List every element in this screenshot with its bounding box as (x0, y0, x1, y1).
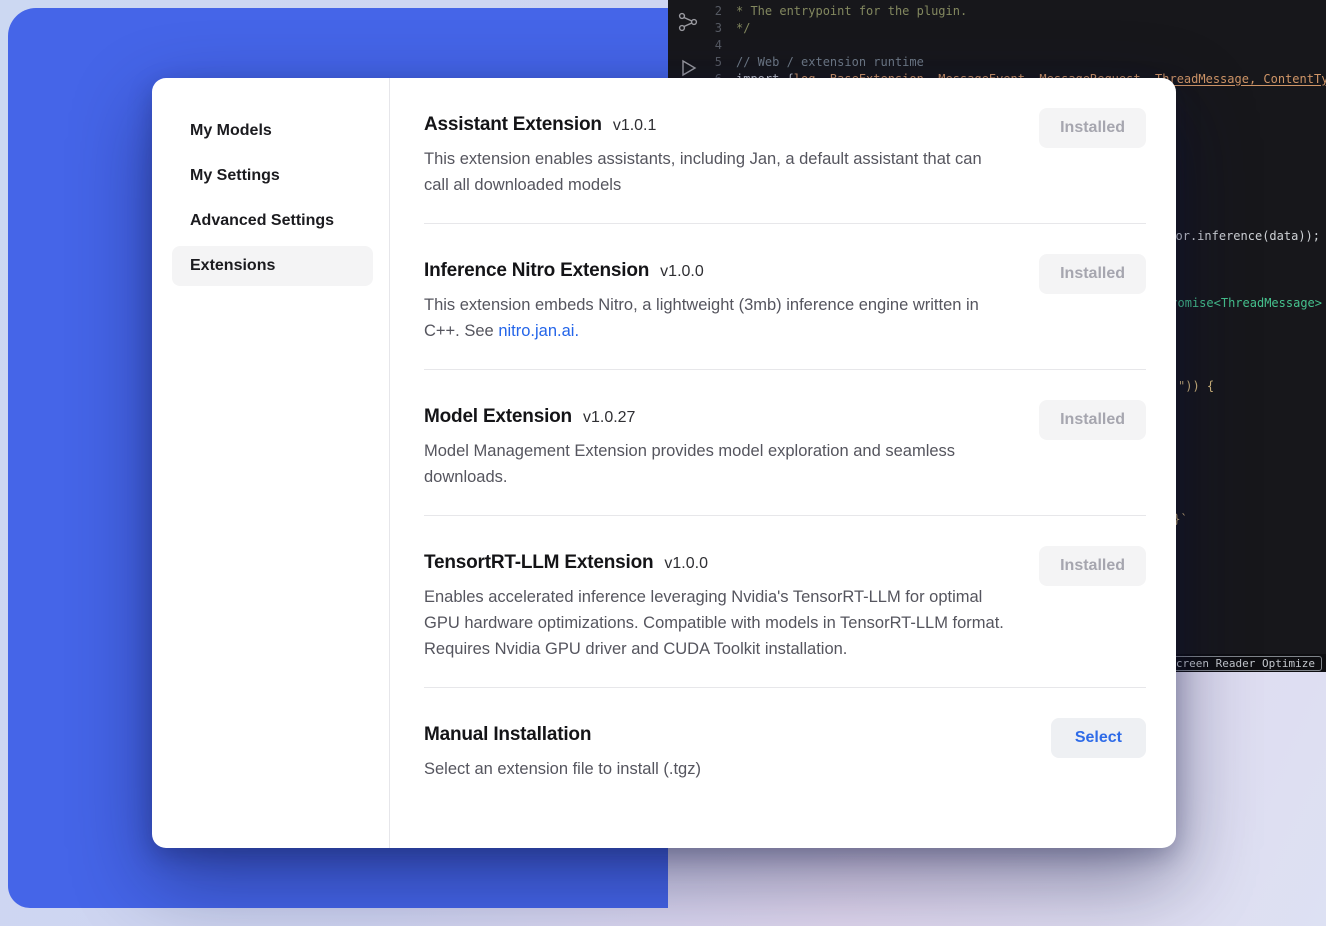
extension-info: Manual Installation Select an extension … (424, 724, 701, 782)
extension-info: Model Extension v1.0.27 Model Management… (424, 406, 1008, 490)
code-fragment: Promise<ThreadMessage> (1163, 296, 1322, 310)
extensions-settings-modal: My Models My Settings Advanced Settings … (152, 78, 1176, 848)
extensions-list: Assistant Extension v1.0.1 This extensio… (390, 78, 1176, 848)
extension-title: Assistant Extension (424, 114, 602, 136)
run-debug-icon[interactable] (677, 57, 699, 79)
code-line: 5 // Web / extension runtime (708, 53, 1326, 70)
extension-description: Enables accelerated inference leveraging… (424, 584, 1008, 662)
installed-button[interactable]: Installed (1039, 108, 1146, 148)
manual-installation-description: Select an extension file to install (.tg… (424, 756, 701, 782)
code-fragment: ")) { (1178, 379, 1214, 393)
extension-version: v1.0.0 (664, 555, 708, 573)
code-text: // Web / extension runtime (736, 55, 924, 69)
manual-installation-title: Manual Installation (424, 724, 591, 746)
sidebar-item-extensions[interactable]: Extensions (172, 246, 373, 286)
extension-version: v1.0.1 (613, 117, 657, 135)
extension-title: TensortRT-LLM Extension (424, 552, 653, 574)
line-number: 4 (708, 38, 736, 52)
extension-description: Model Management Extension provides mode… (424, 438, 1008, 490)
extension-row-assistant: Assistant Extension v1.0.1 This extensio… (424, 78, 1146, 224)
line-number: 5 (708, 55, 736, 69)
description-text: Model Management Extension provides mode… (424, 442, 955, 486)
extension-title-row: Assistant Extension v1.0.1 (424, 114, 1008, 136)
sidebar-item-advanced-settings[interactable]: Advanced Settings (172, 201, 373, 241)
line-number: 2 (708, 4, 736, 18)
line-number: 3 (708, 21, 736, 35)
extension-title-row: Model Extension v1.0.27 (424, 406, 1008, 428)
extension-row-inference-nitro: Inference Nitro Extension v1.0.0 This ex… (424, 224, 1146, 370)
settings-sidebar: My Models My Settings Advanced Settings … (152, 78, 390, 848)
installed-button[interactable]: Installed (1039, 546, 1146, 586)
sidebar-item-my-models[interactable]: My Models (172, 111, 373, 151)
installed-button[interactable]: Installed (1039, 254, 1146, 294)
code-lines: 2 * The entrypoint for the plugin. 3 */ … (708, 2, 1326, 87)
description-text: Enables accelerated inference leveraging… (424, 588, 1004, 658)
sidebar-item-my-settings[interactable]: My Settings (172, 156, 373, 196)
code-fragment: rator.inference(data)); (1154, 229, 1320, 243)
extension-title-row: Inference Nitro Extension v1.0.0 (424, 260, 1008, 282)
git-fork-icon[interactable] (677, 11, 699, 33)
extension-version: v1.0.27 (583, 409, 635, 427)
installed-button[interactable]: Installed (1039, 400, 1146, 440)
screen-reader-badge[interactable]: Screen Reader Optimize (1162, 656, 1322, 671)
extension-description: This extension enables assistants, inclu… (424, 146, 1008, 198)
extension-description: This extension embeds Nitro, a lightweig… (424, 292, 1008, 344)
code-text: * The entrypoint for the plugin. (736, 4, 967, 18)
code-text: */ (736, 21, 750, 35)
code-line: 4 (708, 36, 1326, 53)
extension-version: v1.0.0 (660, 263, 704, 281)
select-file-button[interactable]: Select (1051, 718, 1146, 758)
extension-info: Inference Nitro Extension v1.0.0 This ex… (424, 260, 1008, 344)
extension-title-row: TensortRT-LLM Extension v1.0.0 (424, 552, 1008, 574)
extension-title-row: Manual Installation (424, 724, 701, 746)
extension-info: Assistant Extension v1.0.1 This extensio… (424, 114, 1008, 198)
extension-info: TensortRT-LLM Extension v1.0.0 Enables a… (424, 552, 1008, 662)
code-line: 3 */ (708, 19, 1326, 36)
nitro-jan-ai-link[interactable]: nitro.jan.ai. (498, 322, 579, 340)
description-text: This extension enables assistants, inclu… (424, 150, 982, 194)
extension-row-tensorrt-llm: TensortRT-LLM Extension v1.0.0 Enables a… (424, 516, 1146, 688)
extension-row-model: Model Extension v1.0.27 Model Management… (424, 370, 1146, 516)
code-line: 2 * The entrypoint for the plugin. (708, 2, 1326, 19)
manual-installation-row: Manual Installation Select an extension … (424, 688, 1146, 807)
extension-title: Inference Nitro Extension (424, 260, 649, 282)
extension-title: Model Extension (424, 406, 572, 428)
